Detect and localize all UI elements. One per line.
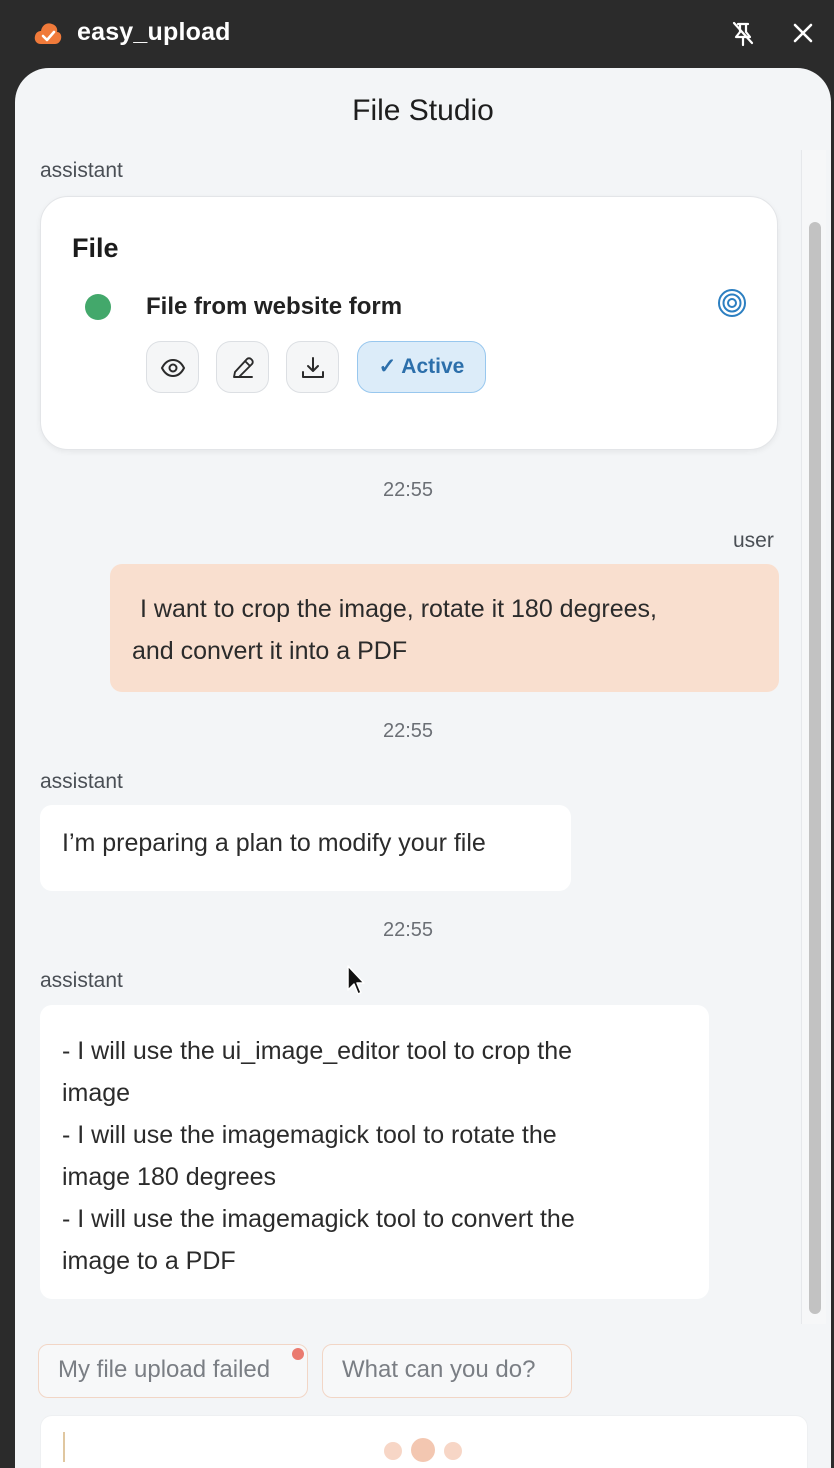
user-message-line: and convert it into a PDF bbox=[132, 637, 408, 665]
suggestion-what-can-you-do[interactable]: What can you do? bbox=[322, 1344, 572, 1398]
typing-dot bbox=[444, 1442, 462, 1460]
typing-dot bbox=[384, 1442, 402, 1460]
unpin-icon[interactable] bbox=[728, 18, 758, 48]
user-message-line: I want to crop the image, rotate it 180 … bbox=[140, 595, 657, 623]
role-label-assistant: assistant bbox=[40, 159, 123, 182]
role-label-assistant: assistant bbox=[40, 770, 123, 793]
plan-line: - I will use the imagemagick tool to rot… bbox=[62, 1121, 557, 1149]
chat-panel: File Studio assistant File File from web… bbox=[15, 68, 831, 1468]
notification-dot bbox=[292, 1348, 304, 1360]
assistant-message: I’m preparing a plan to modify your file bbox=[40, 805, 571, 891]
message-timestamp: 22:55 bbox=[382, 720, 434, 742]
scrollbar[interactable] bbox=[801, 150, 826, 1324]
scrollbar-thumb[interactable] bbox=[809, 222, 821, 1314]
message-timestamp: 22:55 bbox=[382, 479, 434, 501]
role-label-assistant: assistant bbox=[40, 969, 123, 992]
app-title: easy_upload bbox=[77, 18, 231, 46]
role-label-user: user bbox=[733, 529, 774, 552]
eye-icon bbox=[160, 358, 186, 378]
suggestion-label: What can you do? bbox=[342, 1356, 536, 1383]
view-button[interactable] bbox=[146, 341, 199, 393]
cloud-check-icon bbox=[34, 23, 62, 44]
assistant-plan-message: - I will use the ui_image_editor tool to… bbox=[40, 1005, 709, 1299]
file-name: File from website form bbox=[146, 293, 403, 320]
suggestion-upload-failed[interactable]: My file upload failed bbox=[38, 1344, 308, 1398]
panel-title: File Studio bbox=[352, 94, 494, 127]
message-timestamp: 22:55 bbox=[382, 919, 434, 941]
file-card: File File from website form ✓ Active bbox=[40, 196, 778, 450]
target-icon[interactable] bbox=[716, 287, 748, 319]
title-bar: easy_upload bbox=[0, 0, 834, 68]
plan-line: image bbox=[62, 1079, 131, 1107]
suggestion-label: My file upload failed bbox=[58, 1356, 271, 1383]
text-caret bbox=[63, 1432, 65, 1462]
plan-line: image to a PDF bbox=[62, 1247, 236, 1275]
download-button[interactable] bbox=[286, 341, 339, 393]
edit-button[interactable] bbox=[216, 341, 269, 393]
pencil-icon bbox=[233, 357, 254, 378]
message-composer[interactable] bbox=[40, 1415, 808, 1468]
typing-dot bbox=[411, 1438, 435, 1462]
plan-line: image 180 degrees bbox=[62, 1163, 277, 1191]
file-card-title: File bbox=[72, 233, 119, 263]
plan-line: - I will use the imagemagick tool to con… bbox=[62, 1205, 575, 1233]
active-badge[interactable]: ✓ Active bbox=[357, 341, 486, 393]
plan-line: - I will use the ui_image_editor tool to… bbox=[62, 1037, 572, 1065]
download-icon bbox=[302, 357, 324, 378]
close-icon[interactable] bbox=[788, 18, 818, 48]
status-dot bbox=[85, 294, 111, 320]
user-message: I want to crop the image, rotate it 180 … bbox=[110, 564, 779, 692]
mouse-cursor-icon bbox=[347, 965, 365, 995]
